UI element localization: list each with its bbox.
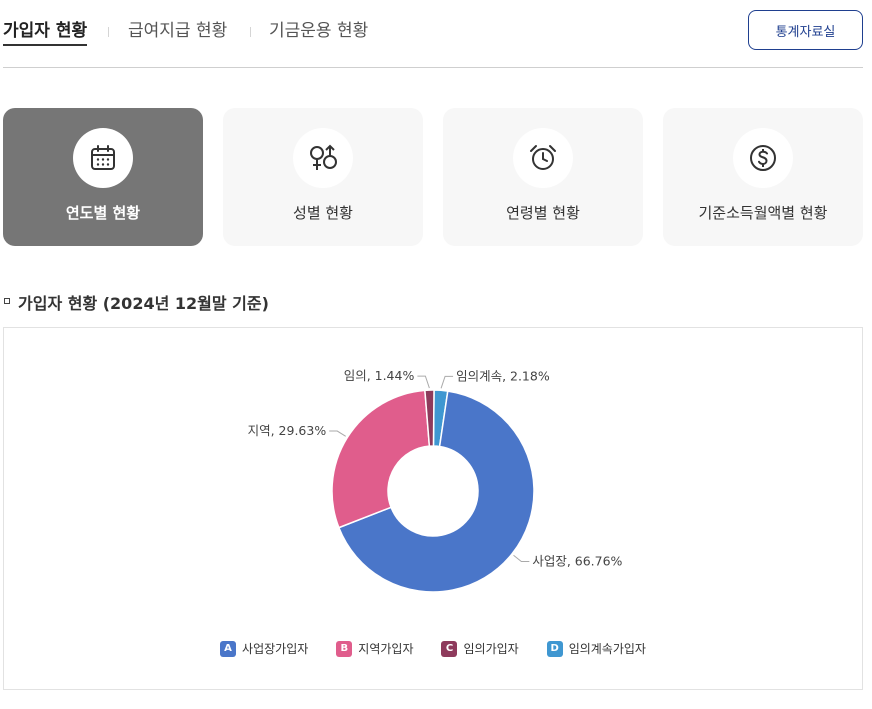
top-tab-bar: 가입자 현황 급여지급 현황 기금운용 현황 통계자료실 xyxy=(3,0,863,68)
icon-circle xyxy=(293,128,353,188)
legend-marker: C xyxy=(441,640,458,657)
tab-benefits[interactable]: 급여지급 현황 xyxy=(128,20,227,42)
slice-data-label: 사업장, 66.76% xyxy=(532,553,622,568)
slice-data-label: 임의계속, 2.18% xyxy=(456,368,550,383)
tab-subscribers[interactable]: 가입자 현황 xyxy=(3,20,88,46)
statistics-archive-button[interactable]: 통계자료실 xyxy=(748,10,863,50)
dollar-icon xyxy=(750,145,776,171)
legend-marker: B xyxy=(336,640,353,657)
tab-separator xyxy=(250,27,251,37)
slice-leader-line xyxy=(513,554,530,562)
legend-label: 임의계속가입자 xyxy=(568,642,646,656)
slice-leader-line xyxy=(440,375,454,389)
section-bullet xyxy=(4,298,10,304)
icon-circle xyxy=(733,128,793,188)
card-income[interactable]: 기준소득월액별 현황 xyxy=(663,108,863,246)
slice-data-label: 지역, 29.63% xyxy=(248,423,327,438)
legend-label: 임의가입자 xyxy=(463,642,519,656)
chart-legend: A 사업장가입자 B 지역가입자 C 임의가입자 D 임의계속가입자 xyxy=(4,640,862,657)
gender-icon xyxy=(310,144,337,170)
tab-fund-management[interactable]: 기금운용 현황 xyxy=(269,20,368,42)
legend-marker: A xyxy=(220,640,237,657)
card-age[interactable]: 연령별 현황 xyxy=(443,108,643,246)
legend-label: 사업장가입자 xyxy=(242,642,309,656)
card-yearly[interactable]: 연도별 현황 xyxy=(3,108,203,246)
calendar-icon xyxy=(91,145,115,170)
card-label: 기준소득월액별 현황 xyxy=(698,204,828,222)
icon-circle xyxy=(513,128,573,188)
card-label: 성별 현황 xyxy=(293,204,353,222)
card-gender[interactable]: 성별 현황 xyxy=(223,108,423,246)
legend-item[interactable]: D 임의계속가입자 xyxy=(546,640,646,657)
icon-circle xyxy=(73,128,133,188)
legend-label: 지역가입자 xyxy=(358,642,414,656)
chart-container: 임의계속, 2.18% 사업장, 66.76% 지역, 29.63% 임의, 1.44… xyxy=(3,327,863,690)
donut-chart: 임의계속, 2.18% 사업장, 66.76% 지역, 29.63% 임의, 1.44… xyxy=(248,368,623,593)
legend-marker: D xyxy=(546,640,563,657)
legend-item[interactable]: A 사업장가입자 xyxy=(220,640,308,657)
tab-separator xyxy=(108,27,109,37)
section-title: 가입자 현황 (2024년 12월말 기준) xyxy=(18,294,269,313)
slice-leader-line xyxy=(329,430,346,437)
slice-data-label: 임의, 1.44% xyxy=(344,368,415,383)
legend-item[interactable]: C 임의가입자 xyxy=(441,640,519,657)
slice-leader-line xyxy=(417,375,430,389)
donut-slice[interactable] xyxy=(331,389,431,529)
legend-item[interactable]: B 지역가입자 xyxy=(336,640,413,657)
alarm-clock-icon xyxy=(530,145,556,170)
card-label: 연도별 현황 xyxy=(65,204,141,222)
card-label: 연령별 현황 xyxy=(506,204,580,222)
